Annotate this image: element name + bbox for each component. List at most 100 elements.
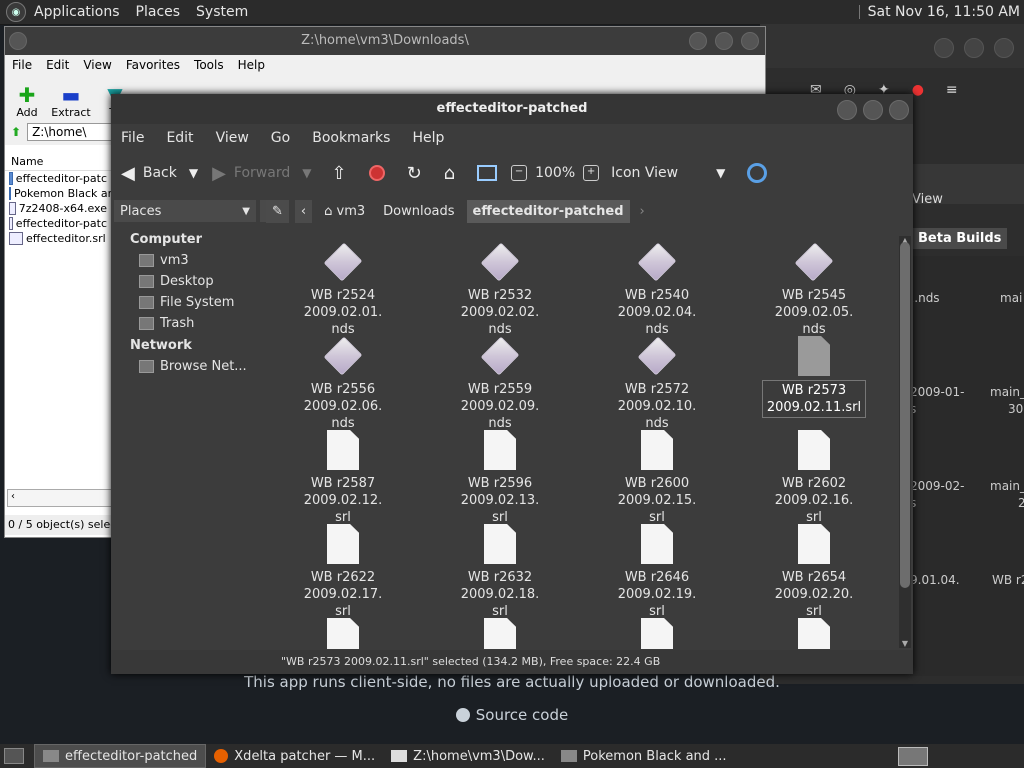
task-effecteditor-patched[interactable]: effecteditor-patched	[34, 744, 207, 768]
list-item[interactable]: Pokemon Black ar	[5, 186, 111, 201]
vertical-scrollbar[interactable]: ▲ ▼	[899, 236, 911, 648]
reload-icon[interactable]: ↻	[407, 163, 422, 184]
column-header-name[interactable]: Name	[5, 153, 111, 171]
file-item[interactable]	[425, 618, 575, 649]
source-code-label[interactable]: Source code	[476, 706, 568, 724]
sidebar-item-desktop[interactable]: Desktop	[111, 271, 261, 292]
zoom-in-icon[interactable]: +	[583, 165, 600, 181]
computer-icon[interactable]	[477, 165, 498, 181]
close-button[interactable]	[741, 32, 759, 50]
distro-logo-icon[interactable]: ◉	[6, 2, 26, 22]
menu-system[interactable]: System	[188, 4, 256, 20]
minimize-button[interactable]	[689, 32, 707, 50]
minimize-button[interactable]	[934, 38, 954, 58]
stop-icon[interactable]	[368, 165, 385, 181]
file-item[interactable]: WB r2600 2009.02.15. srl	[582, 430, 732, 527]
file-item[interactable]: WB r2646 2009.02.19. srl	[582, 524, 732, 621]
file-item[interactable]: WB r2587 2009.02.12. srl	[268, 430, 418, 527]
add-button[interactable]: ✚ Add	[5, 84, 49, 119]
scroll-left-icon[interactable]: ‹	[11, 491, 15, 502]
list-item[interactable]: effecteditor-patc	[5, 171, 111, 186]
file-item[interactable]: WB r2573 2009.02.11.srl	[739, 336, 889, 418]
minimize-button[interactable]	[837, 100, 857, 120]
extract-button[interactable]: ▬ Extract	[49, 84, 93, 119]
menu-edit[interactable]: Edit	[39, 58, 76, 72]
hamburger-menu-icon[interactable]: ≡	[946, 82, 958, 98]
scroll-down-icon[interactable]: ▼	[899, 639, 911, 648]
sidebar-item-vm3[interactable]: vm3	[111, 250, 261, 271]
show-desktop-icon[interactable]	[4, 748, 24, 764]
sidebar-item-file-system[interactable]: File System	[111, 292, 261, 313]
file-item[interactable]: WB r2572 2009.02.10. nds	[582, 336, 732, 433]
source-code-link[interactable]: Source code	[0, 706, 1024, 724]
menu-edit[interactable]: Edit	[156, 130, 205, 146]
file-item[interactable]: WB r2622 2009.02.17. srl	[268, 524, 418, 621]
ublock-icon[interactable]: ●	[912, 82, 924, 98]
file-item[interactable]: WB r2596 2009.02.13. srl	[425, 430, 575, 527]
close-button[interactable]	[889, 100, 909, 120]
list-item[interactable]: effecteditor.srl	[5, 231, 111, 246]
forward-history-dropdown-icon[interactable]: ▼	[302, 166, 311, 180]
menu-applications[interactable]: Applications	[26, 4, 128, 20]
menu-go[interactable]: Go	[261, 130, 302, 146]
edit-location-icon[interactable]: ✎	[266, 199, 289, 223]
close-button[interactable]	[994, 38, 1014, 58]
back-history-dropdown-icon[interactable]: ▼	[189, 166, 198, 180]
view-mode-label[interactable]: View	[912, 192, 943, 207]
menu-help[interactable]: Help	[231, 58, 272, 72]
menu-tools[interactable]: Tools	[187, 58, 231, 72]
sidebar-item-trash[interactable]: Trash	[111, 313, 261, 334]
maximize-button[interactable]	[964, 38, 984, 58]
path-scroll-right-icon[interactable]: ›	[636, 200, 649, 223]
file-item[interactable]: WB r2532 2009.02.02. nds	[425, 242, 575, 339]
search-icon[interactable]	[747, 163, 768, 183]
zoom-out-icon[interactable]: −	[511, 165, 528, 181]
menu-bookmarks[interactable]: Bookmarks	[302, 130, 402, 146]
breadcrumb-downloads[interactable]: Downloads	[377, 200, 460, 223]
home-icon[interactable]: ⌂	[444, 163, 455, 184]
menu-help[interactable]: Help	[402, 130, 456, 146]
file-item[interactable]: WB r2654 2009.02.20. srl	[739, 524, 889, 621]
sidebar-selector[interactable]: Places ▼	[114, 200, 256, 222]
menu-file[interactable]: File	[5, 58, 39, 72]
menu-places[interactable]: Places	[128, 4, 189, 20]
forward-button[interactable]: ▶ Forward	[212, 152, 290, 194]
file-item[interactable]: WB r2524 2009.02.01. nds	[268, 242, 418, 339]
breadcrumb-vm3[interactable]: ⌂ vm3	[318, 200, 371, 223]
task-xdelta-patcher[interactable]: Xdelta patcher — M...	[206, 745, 383, 767]
file-item[interactable]: WB r2632 2009.02.18. srl	[425, 524, 575, 621]
clock[interactable]: Sat Nov 16, 11:50 AM	[858, 0, 1020, 24]
task-pokemon-black[interactable]: Pokemon Black and ...	[553, 745, 735, 767]
horizontal-scrollbar[interactable]: ‹	[7, 489, 116, 507]
file-item[interactable]	[582, 618, 732, 649]
back-button[interactable]: ◀ Back	[121, 152, 177, 194]
up-icon[interactable]: ⇧	[331, 163, 346, 184]
file-item[interactable]: WB r2602 2009.02.16. srl	[739, 430, 889, 527]
menu-favorites[interactable]: Favorites	[119, 58, 187, 72]
task-7zip[interactable]: Z:\home\vm3\Dow...	[383, 745, 553, 767]
view-mode-dropdown-icon[interactable]: ▼	[716, 166, 725, 180]
list-item[interactable]: 7z2408-x64.exe	[5, 201, 111, 216]
file-item[interactable]: WB r2540 2009.02.04. nds	[582, 242, 732, 339]
maximize-button[interactable]	[715, 32, 733, 50]
menu-file[interactable]: File	[111, 130, 156, 146]
scrollbar-thumb[interactable]	[900, 242, 910, 588]
breadcrumb-effecteditor-patched[interactable]: effecteditor-patched	[466, 199, 630, 223]
zoom-level[interactable]: 100%	[535, 165, 575, 181]
maximize-button[interactable]	[863, 100, 883, 120]
window-menu-button[interactable]	[9, 32, 27, 50]
file-item[interactable]	[739, 618, 889, 649]
view-mode-select[interactable]: Icon View	[611, 165, 678, 181]
path-chip-beta-builds[interactable]: Beta Builds	[912, 228, 1008, 249]
file-item[interactable]: WB r2545 2009.02.05. nds	[739, 242, 889, 339]
list-item[interactable]: effecteditor-patc	[5, 216, 111, 231]
path-scroll-left-icon[interactable]: ‹	[294, 199, 313, 223]
menu-view[interactable]: View	[206, 130, 261, 146]
menu-view[interactable]: View	[76, 58, 118, 72]
sidebar-item-browse-network[interactable]: Browse Net...	[111, 356, 261, 377]
file-item[interactable]	[268, 618, 418, 649]
up-folder-icon[interactable]: ⬆	[11, 125, 21, 139]
file-item[interactable]: WB r2556 2009.02.06. nds	[268, 336, 418, 433]
file-item[interactable]: WB r2559 2009.02.09. nds	[425, 336, 575, 433]
workspace-switcher[interactable]	[898, 747, 928, 766]
